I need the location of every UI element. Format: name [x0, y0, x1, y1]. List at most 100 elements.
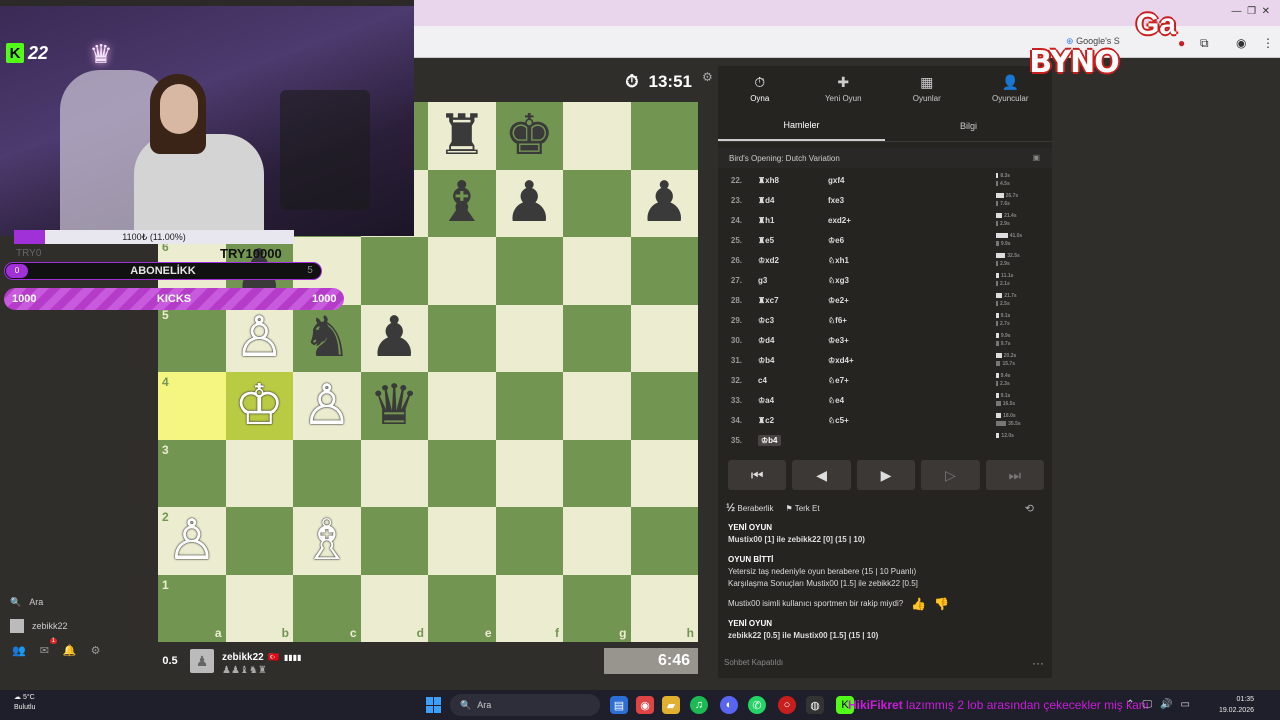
subtab-info[interactable]: Bilgi: [885, 110, 1052, 141]
messages-icon[interactable]: ✉ 1: [40, 638, 57, 657]
square-g5[interactable]: [563, 304, 631, 372]
black-knight-icon[interactable]: ♞: [293, 305, 361, 373]
square-e8[interactable]: ♜: [428, 102, 496, 170]
white-pawn-icon[interactable]: ♙: [226, 305, 294, 373]
white-move[interactable]: ♔b4: [746, 356, 816, 365]
white-move[interactable]: ♜xh8: [746, 176, 816, 185]
square-e4[interactable]: [428, 372, 496, 440]
battery-icon[interactable]: ▭: [1181, 699, 1190, 710]
square-b4[interactable]: ♔: [225, 372, 294, 440]
tab-games[interactable]: ▦ Oyunlar: [885, 66, 969, 110]
black-move[interactable]: ♘xh1: [816, 256, 886, 265]
opera-icon[interactable]: ●: [1178, 36, 1185, 50]
square-f1[interactable]: f: [495, 574, 563, 642]
folder-icon[interactable]: ▰: [662, 696, 680, 714]
square-a1[interactable]: 1a: [158, 574, 226, 642]
square-d1[interactable]: d: [360, 574, 428, 642]
square-d2[interactable]: [360, 507, 428, 575]
square-g7[interactable]: [563, 169, 631, 237]
square-g6[interactable]: [563, 237, 631, 305]
white-move[interactable]: ♜h1: [746, 216, 816, 225]
square-a4[interactable]: 4: [158, 372, 226, 440]
white-move[interactable]: ♜d4: [746, 196, 816, 205]
square-f2[interactable]: [495, 507, 563, 575]
weather-widget[interactable]: ☁ 5°C Bulutlu: [14, 693, 35, 713]
avatar[interactable]: ♟: [190, 649, 214, 673]
volume-icon[interactable]: 🔊: [1160, 699, 1172, 710]
black-pawn-icon[interactable]: ♟: [361, 305, 429, 373]
minimize-icon[interactable]: —: [1232, 6, 1242, 17]
square-d6[interactable]: [360, 237, 428, 305]
white-move[interactable]: ♜e5: [746, 236, 816, 245]
square-a5[interactable]: 5: [158, 304, 226, 372]
white-pawn-icon[interactable]: ♙: [158, 507, 226, 575]
square-d4[interactable]: ♛: [360, 372, 429, 440]
square-f6[interactable]: [495, 237, 563, 305]
square-g8[interactable]: [563, 102, 631, 170]
square-g3[interactable]: [563, 439, 631, 507]
book-icon[interactable]: ▣: [1032, 153, 1040, 162]
system-clock[interactable]: 01:35 19.02.2026: [1219, 694, 1254, 716]
windows-start-icon[interactable]: [426, 697, 442, 713]
thumbs-up-icon[interactable]: 👍: [911, 598, 926, 610]
square-e1[interactable]: e: [428, 574, 496, 642]
square-g4[interactable]: [563, 372, 631, 440]
square-c5[interactable]: ♞: [293, 304, 361, 373]
black-king-icon[interactable]: ♚: [496, 102, 564, 170]
black-move[interactable]: gxf4: [816, 176, 886, 185]
white-move[interactable]: ♔a4: [746, 396, 816, 405]
square-e3[interactable]: [428, 439, 496, 507]
square-d3[interactable]: [360, 439, 428, 507]
black-bishop-icon[interactable]: ♝: [428, 170, 496, 238]
last-move-button[interactable]: ⏭: [985, 460, 1045, 490]
square-f8[interactable]: ♚: [495, 102, 564, 170]
white-move[interactable]: ♔xd2: [746, 256, 816, 265]
offer-draw-button[interactable]: ½ Beraberlik: [726, 502, 773, 514]
more-options-icon[interactable]: ···: [1032, 656, 1044, 670]
file-explorer-icon[interactable]: ▤: [610, 696, 628, 714]
square-h6[interactable]: [630, 237, 698, 305]
white-move[interactable]: ♔b4: [746, 434, 816, 446]
next-move-button[interactable]: ▷: [921, 460, 980, 490]
subtab-moves[interactable]: Hamleler: [718, 110, 885, 141]
menu-icon[interactable]: ⋮: [1262, 36, 1274, 50]
white-king-icon[interactable]: ♔: [226, 372, 294, 440]
previous-move-button[interactable]: ◀: [792, 460, 851, 490]
square-e2[interactable]: [428, 507, 496, 575]
resign-button[interactable]: ⚑ Terk Et: [785, 504, 819, 513]
square-h7[interactable]: ♟: [630, 169, 698, 237]
white-move[interactable]: ♜c2: [746, 416, 816, 425]
white-move[interactable]: ♔d4: [746, 336, 816, 345]
sidebar-search[interactable]: 🔍 Ara: [0, 590, 112, 614]
square-c2[interactable]: ♗: [293, 507, 361, 575]
square-e7[interactable]: ♝: [428, 169, 496, 238]
close-icon[interactable]: ✕: [1262, 6, 1270, 17]
white-bishop-icon[interactable]: ♗: [293, 507, 361, 575]
black-queen-icon[interactable]: ♛: [361, 372, 429, 440]
profile-icon[interactable]: ◉: [1236, 36, 1246, 50]
friends-icon[interactable]: 👥: [12, 644, 26, 657]
black-move[interactable]: ♔xd4+: [816, 356, 886, 365]
white-move[interactable]: ♜xc7: [746, 296, 816, 305]
black-move[interactable]: ♘xg3: [816, 276, 886, 285]
whatsapp-icon[interactable]: ✆: [748, 696, 766, 714]
square-h4[interactable]: [630, 372, 698, 440]
black-move[interactable]: fxe3: [816, 196, 886, 205]
white-move[interactable]: ♔c3: [746, 316, 816, 325]
black-move[interactable]: ♔e2+: [816, 296, 886, 305]
square-g1[interactable]: g: [563, 574, 631, 642]
chrome-icon[interactable]: ◉: [636, 696, 654, 714]
discord-icon[interactable]: ◐: [720, 696, 738, 714]
square-f7[interactable]: ♟: [495, 169, 563, 237]
black-move[interactable]: ♔e6: [816, 236, 886, 245]
spotify-icon[interactable]: ♫: [690, 696, 708, 714]
square-h5[interactable]: [630, 304, 698, 372]
white-move[interactable]: c4: [746, 376, 816, 385]
bell-icon[interactable]: 🔔: [63, 644, 77, 657]
square-h3[interactable]: [630, 439, 698, 507]
obs-icon[interactable]: ◍: [806, 696, 824, 714]
black-move[interactable]: ♘e7+: [816, 376, 886, 385]
square-h1[interactable]: h: [630, 574, 698, 642]
square-d5[interactable]: ♟: [360, 304, 429, 373]
settings-gear-icon[interactable]: ⚙: [91, 644, 101, 657]
